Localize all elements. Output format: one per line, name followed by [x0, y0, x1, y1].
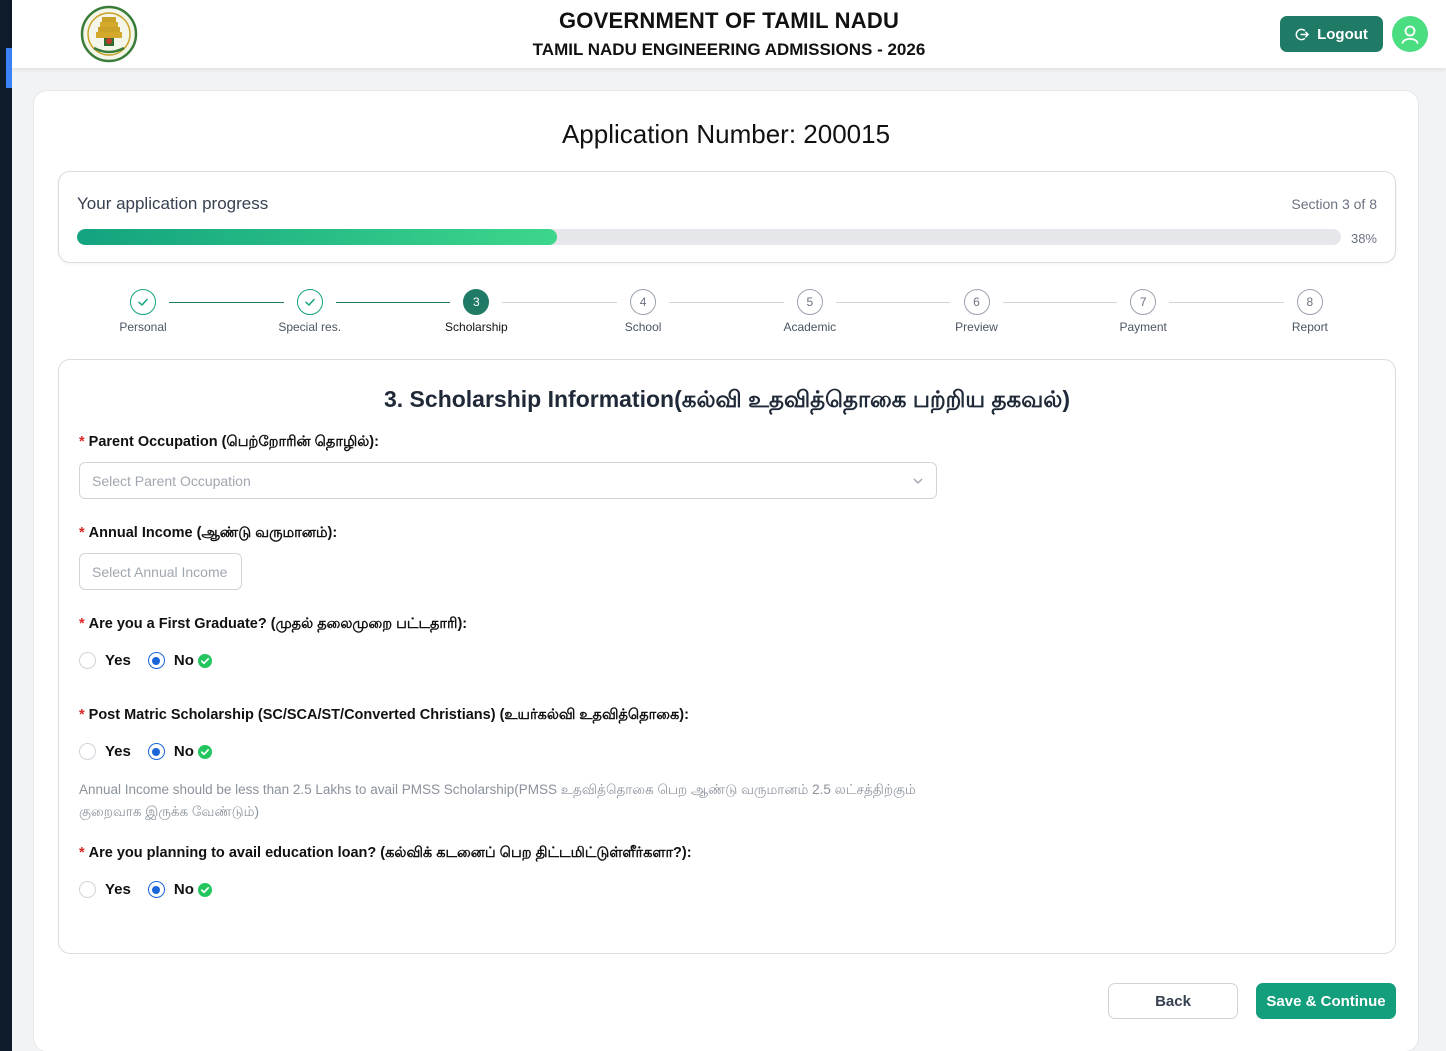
back-button[interactable]: Back [1108, 983, 1238, 1019]
education-loan-yes-option[interactable]: Yes [79, 881, 131, 898]
step-label: Payment [1119, 320, 1167, 334]
step-scholarship[interactable]: 3 Scholarship [416, 289, 536, 334]
education-loan-yes-radio[interactable] [79, 881, 96, 898]
progress-bar-fill [77, 229, 558, 245]
step-number: 4 [630, 289, 657, 315]
first-graduate-yes-radio[interactable] [79, 652, 96, 669]
step-personal[interactable]: Personal [83, 289, 203, 334]
logout-icon [1295, 28, 1309, 40]
no-label: No [173, 652, 194, 669]
step-label: Personal [119, 320, 167, 334]
user-avatar[interactable] [1392, 16, 1428, 52]
step-number: 3 [463, 289, 490, 315]
step-number: 7 [1130, 289, 1157, 315]
first-graduate-yes-option[interactable]: Yes [79, 652, 131, 669]
chevron-down-icon [913, 478, 923, 484]
section-stepper: Personal Special res. 3 Scholarship 4 School 5… [34, 289, 1420, 339]
required-marker: * [79, 616, 85, 632]
application-card: Application Number: 200015 Your applicat… [33, 90, 1419, 1051]
check-circle-icon [197, 653, 212, 668]
education-loan-no-radio[interactable] [147, 881, 165, 898]
pmss-income-note: Annual Income should be less than 2.5 La… [79, 782, 916, 819]
application-number: Application Number: 200015 [561, 119, 891, 149]
education-loan-label-text: Are you planning to avail education loan… [88, 845, 692, 861]
first-graduate-label: * Are you a First Graduate? (முதல் தலைமுற… [79, 616, 467, 634]
annual-income-placeholder: Select Annual Income [92, 563, 228, 580]
step-payment[interactable]: 7 Payment [1083, 289, 1203, 334]
parent-occupation-select[interactable]: Select Parent Occupation [79, 462, 937, 499]
annual-income-label: * Annual Income (ஆண்டு வருமானம்): [79, 525, 337, 543]
post-matric-radio-group: Yes No [79, 743, 229, 760]
required-marker: * [79, 434, 85, 450]
parent-occupation-label: * Parent Occupation (பெற்றோரின் தொழில்): [79, 434, 379, 452]
no-label: No [173, 881, 194, 898]
top-header: GOVERNMENT OF TAMIL NADU TAMIL NADU ENGI… [12, 0, 1446, 68]
scholarship-form: 3. Scholarship Information(கல்வி உதவித்த… [58, 359, 1396, 954]
parent-occupation-placeholder: Select Parent Occupation [92, 472, 251, 489]
post-matric-yes-option[interactable]: Yes [79, 743, 131, 760]
education-loan-no-option[interactable]: No [147, 881, 212, 898]
step-label: Preview [955, 320, 998, 334]
education-loan-radio-group: Yes No [79, 881, 229, 898]
post-matric-no-radio[interactable] [147, 743, 165, 760]
yes-label: Yes [105, 881, 131, 898]
logout-button[interactable]: Logout [1280, 16, 1383, 52]
step-number: 5 [796, 289, 823, 315]
progress-percent: 38% [1350, 231, 1377, 246]
step-label: Report [1291, 320, 1328, 334]
step-academic[interactable]: 5 Academic [750, 289, 870, 334]
post-matric-label-text: Post Matric Scholarship (SC/SCA/ST/Conve… [88, 707, 689, 723]
required-marker: * [79, 707, 85, 723]
first-graduate-no-option[interactable]: No [147, 652, 212, 669]
step-label: Scholarship [445, 320, 508, 334]
save-continue-button[interactable]: Save & Continue [1256, 983, 1396, 1019]
logout-label: Logout [1317, 25, 1368, 43]
step-school[interactable]: 4 School [583, 289, 703, 334]
government-title: GOVERNMENT OF TAMIL NADU [558, 8, 900, 33]
first-graduate-radio-group: Yes No [79, 652, 229, 669]
step-report[interactable]: 8 Report [1250, 289, 1370, 334]
yes-label: Yes [105, 652, 131, 669]
progress-bar [77, 229, 1341, 245]
post-matric-yes-radio[interactable] [79, 743, 96, 760]
step-number: 6 [963, 289, 990, 315]
required-marker: * [79, 845, 85, 861]
step-label: School [624, 320, 662, 334]
yes-label: Yes [105, 743, 131, 760]
check-icon [130, 289, 156, 315]
header-title-block: GOVERNMENT OF TAMIL NADU TAMIL NADU ENGI… [12, 8, 1446, 60]
step-special-res[interactable]: Special res. [250, 289, 370, 334]
progress-section-count: Section 3 of 8 [1291, 196, 1377, 212]
step-label: Academic [783, 320, 837, 334]
user-icon [1401, 25, 1419, 44]
admissions-subtitle: TAMIL NADU ENGINEERING ADMISSIONS - 2026 [532, 40, 926, 59]
annual-income-select[interactable]: Select Annual Income [79, 553, 242, 590]
annual-income-label-text: Annual Income (ஆண்டு வருமானம்): [88, 525, 338, 541]
education-loan-label: * Are you planning to avail education loa… [79, 845, 692, 863]
check-circle-icon [197, 744, 212, 759]
required-marker: * [79, 525, 85, 541]
first-graduate-no-radio[interactable] [147, 652, 165, 669]
step-preview[interactable]: 6 Preview [917, 289, 1037, 334]
progress-label: Your application progress [77, 194, 269, 213]
step-number: 8 [1296, 289, 1323, 315]
form-title: 3. Scholarship Information(கல்வி உதவித்த… [383, 386, 1070, 412]
no-label: No [173, 743, 194, 760]
post-matric-label: * Post Matric Scholarship (SC/SCA/ST/Conv… [79, 707, 689, 725]
check-circle-icon [197, 882, 212, 897]
progress-panel: Your application progress Section 3 of 8… [58, 171, 1396, 263]
first-graduate-label-text: Are you a First Graduate? (முதல் தலைமுறை… [88, 616, 468, 632]
post-matric-no-option[interactable]: No [147, 743, 212, 760]
check-icon [296, 289, 323, 315]
parent-occupation-label-text: Parent Occupation (பெற்றோரின் தொழில்): [88, 434, 379, 450]
step-label: Special res. [278, 320, 342, 334]
left-edge-strip [0, 0, 12, 1051]
